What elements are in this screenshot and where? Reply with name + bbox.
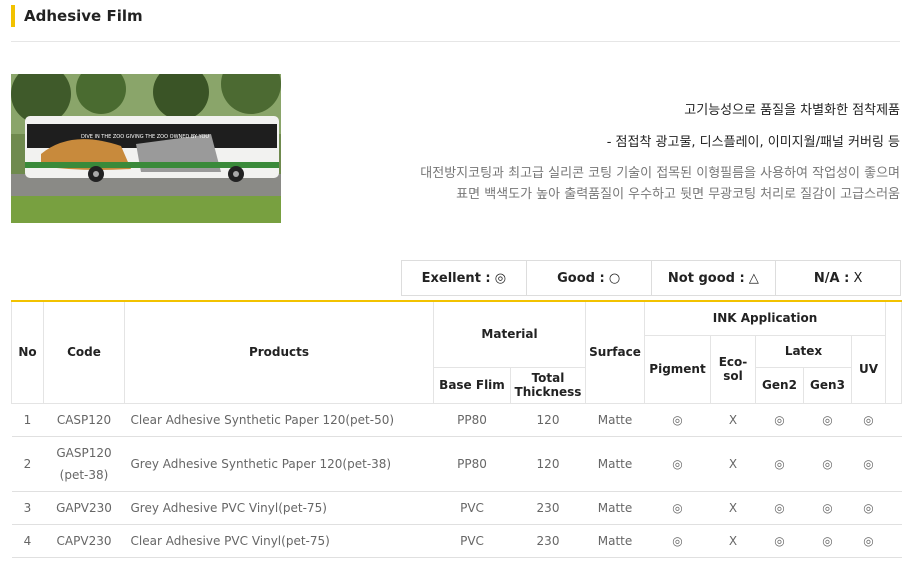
col-header-code: Code (43, 300, 125, 404)
col-header-products: Products (124, 300, 434, 404)
intro-headline: 고기능성으로 품질을 차별화한 점착제품 (684, 103, 900, 118)
rating-legend: Exellent : ◎ Good : ○ Not good : △ N/A :… (401, 260, 901, 296)
col-header-ink-application: INK Application (643, 300, 887, 336)
legend-good: Good : ○ (527, 261, 652, 295)
intro-desc-line2: 표면 백색도가 높아 출력품질이 우수하고 뒷면 무광코팅 처리로 질감이 고급… (456, 187, 900, 202)
col-header-total-thickness: Total Thickness (510, 366, 586, 404)
intro-desc-line1: 대전방지코팅과 최고급 실리콘 코팅 기술이 접목된 이형필름을 사용하여 작업… (420, 166, 900, 181)
col-header-no: No (11, 300, 44, 404)
col-header-gen2: Gen2 (755, 366, 804, 404)
col-header-spacer (885, 300, 903, 404)
page-title-bar: Adhesive Film (11, 5, 143, 27)
na-symbol: X (853, 270, 863, 286)
col-header-latex: Latex (755, 334, 852, 368)
col-header-gen3: Gen3 (803, 366, 852, 404)
bus-ad-text: DIVE IN THE ZOO GIVING THE ZOO OWNED BY … (81, 134, 209, 140)
table-row: 1 CASP120 Clear Adhesive Synthetic Paper… (11, 403, 902, 437)
title-divider (11, 41, 900, 42)
legend-na: N/A : X (813, 270, 863, 286)
col-header-eco-sol: Eco-sol (710, 334, 756, 404)
legend-excellent: Exellent : ◎ (402, 261, 527, 295)
table-row: 2 GASP120 (pet-38) Grey Adhesive Synthet… (11, 436, 902, 492)
col-header-pigment: Pigment (644, 334, 711, 404)
col-header-base-film: Base Flim (433, 366, 511, 404)
table-row: 4 CAPV230 Clear Adhesive PVC Vinyl(pet-7… (11, 524, 902, 558)
not-good-symbol: △ (748, 270, 759, 286)
table-row: 3 GAPV230 Grey Adhesive PVC Vinyl(pet-75… (11, 491, 902, 525)
col-header-surface: Surface (585, 300, 645, 404)
page-title: Adhesive Film (24, 7, 143, 25)
intro-uses: - 점접착 광고물, 디스플레이, 이미지월/패널 커버링 등 (606, 135, 900, 150)
spec-table: No Code Products Material Surface INK Ap… (11, 300, 903, 558)
good-symbol: ○ (608, 270, 621, 286)
excellent-symbol: ◎ (494, 270, 507, 286)
col-header-uv: UV (850, 334, 887, 404)
legend-not-good: Not good : △ (652, 261, 777, 295)
product-photo-bus-wrap: DIVE IN THE ZOO GIVING THE ZOO OWNED BY … (11, 74, 281, 223)
col-header-material: Material (433, 300, 586, 368)
product-intro: 고기능성으로 품질을 차별화한 점착제품 - 점접착 광고물, 디스플레이, 이… (300, 101, 900, 205)
